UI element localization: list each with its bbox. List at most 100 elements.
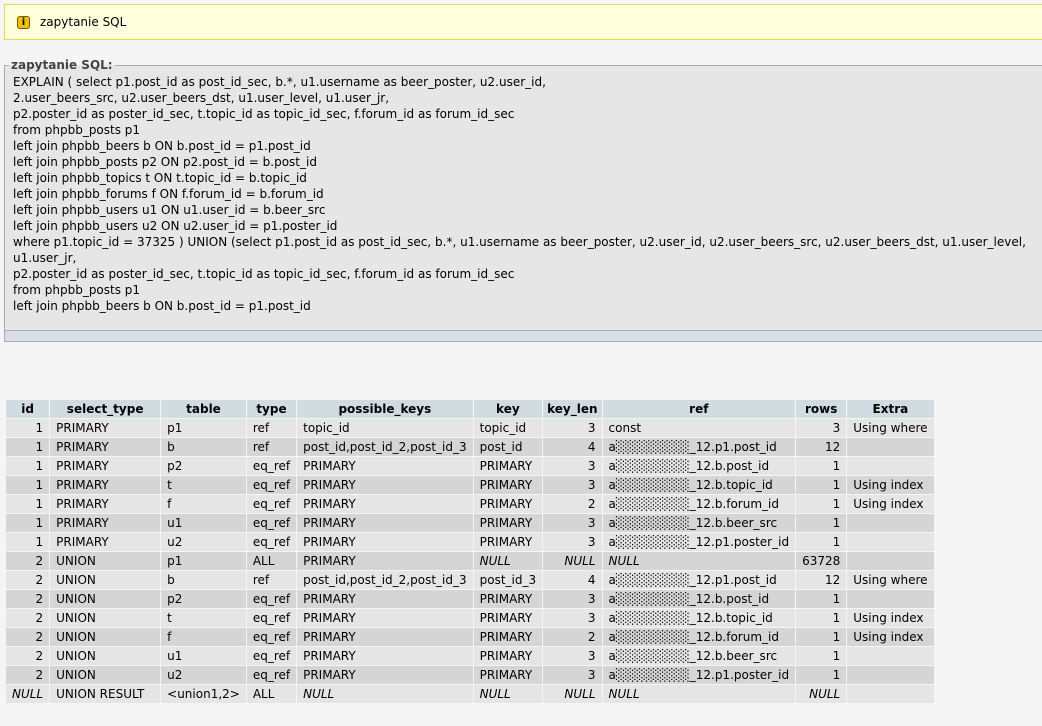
cell-type: eq_ref <box>246 628 297 646</box>
cell-ref: NULL <box>602 552 796 570</box>
cell-select-type: PRIMARY <box>50 419 161 437</box>
cell-possible-keys: post_id,post_id_2,post_id_3 <box>297 438 473 456</box>
cell-select-type: UNION <box>50 590 161 608</box>
cell-extra <box>847 552 934 570</box>
cell-select-type: PRIMARY <box>50 514 161 532</box>
cell-id: 1 <box>6 533 50 551</box>
cell-key: PRIMARY <box>473 609 543 627</box>
cell-id: 2 <box>6 628 50 646</box>
table-row: 2 UNION u2 eq_ref PRIMARY PRIMARY 3 a░░░░░░░░_1… <box>6 666 934 684</box>
column-header-key-len[interactable]: key_len <box>543 400 602 418</box>
cell-ref: a░░░░░░░░_12.p1.poster_id <box>602 666 796 684</box>
sql-box-legend: zapytanie SQL: <box>11 58 113 72</box>
table-row: 1 PRIMARY f eq_ref PRIMARY PRIMARY 2 a░░░░░░░░_… <box>6 495 934 513</box>
sql-line: u1.user_jr, <box>13 251 77 265</box>
column-header-possible-keys[interactable]: possible_keys <box>297 400 473 418</box>
sql-line: EXPLAIN ( select p1.post_id as post_id_s… <box>13 75 546 89</box>
cell-ref: NULL <box>602 685 796 703</box>
cell-type: eq_ref <box>246 590 297 608</box>
cell-type: eq_ref <box>246 609 297 627</box>
cell-type: eq_ref <box>246 533 297 551</box>
cell-table: p2 <box>161 457 246 475</box>
table-row: 2 UNION b ref post_id,post_id_2,post_id_3 pos… <box>6 571 934 589</box>
cell-table: u2 <box>161 533 246 551</box>
cell-possible-keys: PRIMARY <box>297 457 473 475</box>
cell-ref: a░░░░░░░░_12.b.beer_src <box>602 514 796 532</box>
cell-key: PRIMARY <box>473 495 543 513</box>
cell-rows: 1 <box>796 666 847 684</box>
cell-extra <box>847 457 934 475</box>
table-row: 2 UNION p1 ALL PRIMARY NULL NULL NULL 63728 <box>6 552 934 570</box>
cell-key: topic_id <box>473 419 543 437</box>
cell-key-len: 3 <box>543 457 602 475</box>
cell-rows: 3 <box>796 419 847 437</box>
column-header-type[interactable]: type <box>246 400 297 418</box>
column-header-rows[interactable]: rows <box>796 400 847 418</box>
cell-key: post_id_3 <box>473 571 543 589</box>
cell-extra: Using index <box>847 476 934 494</box>
sql-line: left join phpbb_beers b ON b.post_id = p… <box>13 139 311 153</box>
sql-query-box: zapytanie SQL: EXPLAIN ( select p1.post_… <box>4 58 1042 330</box>
cell-type: ALL <box>246 685 297 703</box>
cell-possible-keys: PRIMARY <box>297 476 473 494</box>
cell-possible-keys: PRIMARY <box>297 647 473 665</box>
cell-extra <box>847 438 934 456</box>
cell-rows: 1 <box>796 533 847 551</box>
cell-possible-keys: PRIMARY <box>297 666 473 684</box>
cell-table: p1 <box>161 419 246 437</box>
cell-extra <box>847 514 934 532</box>
cell-rows: 1 <box>796 609 847 627</box>
cell-possible-keys: PRIMARY <box>297 552 473 570</box>
column-header-table[interactable]: table <box>161 400 246 418</box>
cell-extra <box>847 666 934 684</box>
cell-rows: 1 <box>796 647 847 665</box>
column-header-ref[interactable]: ref <box>602 400 796 418</box>
cell-key-len: 3 <box>543 476 602 494</box>
cell-type: eq_ref <box>246 514 297 532</box>
cell-id: 2 <box>6 609 50 627</box>
cell-key: PRIMARY <box>473 666 543 684</box>
cell-id: 1 <box>6 419 50 437</box>
cell-id: 2 <box>6 590 50 608</box>
column-header-key[interactable]: key <box>473 400 543 418</box>
cell-possible-keys: PRIMARY <box>297 628 473 646</box>
column-header-select-type[interactable]: select_type <box>50 400 161 418</box>
sql-line: p2.poster_id as poster_id_sec, t.topic_i… <box>13 267 515 281</box>
cell-type: eq_ref <box>246 476 297 494</box>
cell-id: 2 <box>6 666 50 684</box>
cell-table: f <box>161 628 246 646</box>
cell-id: 1 <box>6 514 50 532</box>
table-row: 2 UNION u1 eq_ref PRIMARY PRIMARY 3 a░░░░░░░░_1… <box>6 647 934 665</box>
sql-line: left join phpbb_beers b ON b.post_id = p… <box>13 299 311 313</box>
cell-table: f <box>161 495 246 513</box>
cell-select-type: UNION <box>50 609 161 627</box>
cell-ref: a░░░░░░░░_12.b.forum_id <box>602 495 796 513</box>
sql-line: 2.user_beers_src, u2.user_beers_dst, u1.… <box>13 91 390 105</box>
cell-select-type: UNION <box>50 552 161 570</box>
cell-extra: Using index <box>847 495 934 513</box>
cell-type: ref <box>246 571 297 589</box>
cell-table: <union1,2> <box>161 685 246 703</box>
cell-table: p1 <box>161 552 246 570</box>
cell-ref: a░░░░░░░░_12.p1.post_id <box>602 571 796 589</box>
notice-text: zapytanie SQL <box>40 15 127 29</box>
cell-key: NULL <box>473 552 543 570</box>
cell-key-len: NULL <box>543 552 602 570</box>
table-header-row: id select_type table type possible_keys key ke… <box>6 400 934 418</box>
cell-rows: NULL <box>796 685 847 703</box>
cell-select-type: UNION <box>50 647 161 665</box>
cell-extra <box>847 685 934 703</box>
cell-ref: a░░░░░░░░_12.b.post_id <box>602 590 796 608</box>
column-header-id[interactable]: id <box>6 400 50 418</box>
cell-id: 2 <box>6 552 50 570</box>
cell-key-len: 2 <box>543 628 602 646</box>
column-header-extra[interactable]: Extra <box>847 400 934 418</box>
cell-key: PRIMARY <box>473 514 543 532</box>
cell-table: t <box>161 609 246 627</box>
cell-ref: a░░░░░░░░_12.b.topic_id <box>602 476 796 494</box>
table-row: 1 PRIMARY u1 eq_ref PRIMARY PRIMARY 3 a░░░░░░░░… <box>6 514 934 532</box>
table-row: 2 UNION p2 eq_ref PRIMARY PRIMARY 3 a░░░░░░░░_1… <box>6 590 934 608</box>
cell-key: PRIMARY <box>473 590 543 608</box>
cell-ref: a░░░░░░░░_12.b.post_id <box>602 457 796 475</box>
cell-ref: a░░░░░░░░_12.b.topic_id <box>602 609 796 627</box>
